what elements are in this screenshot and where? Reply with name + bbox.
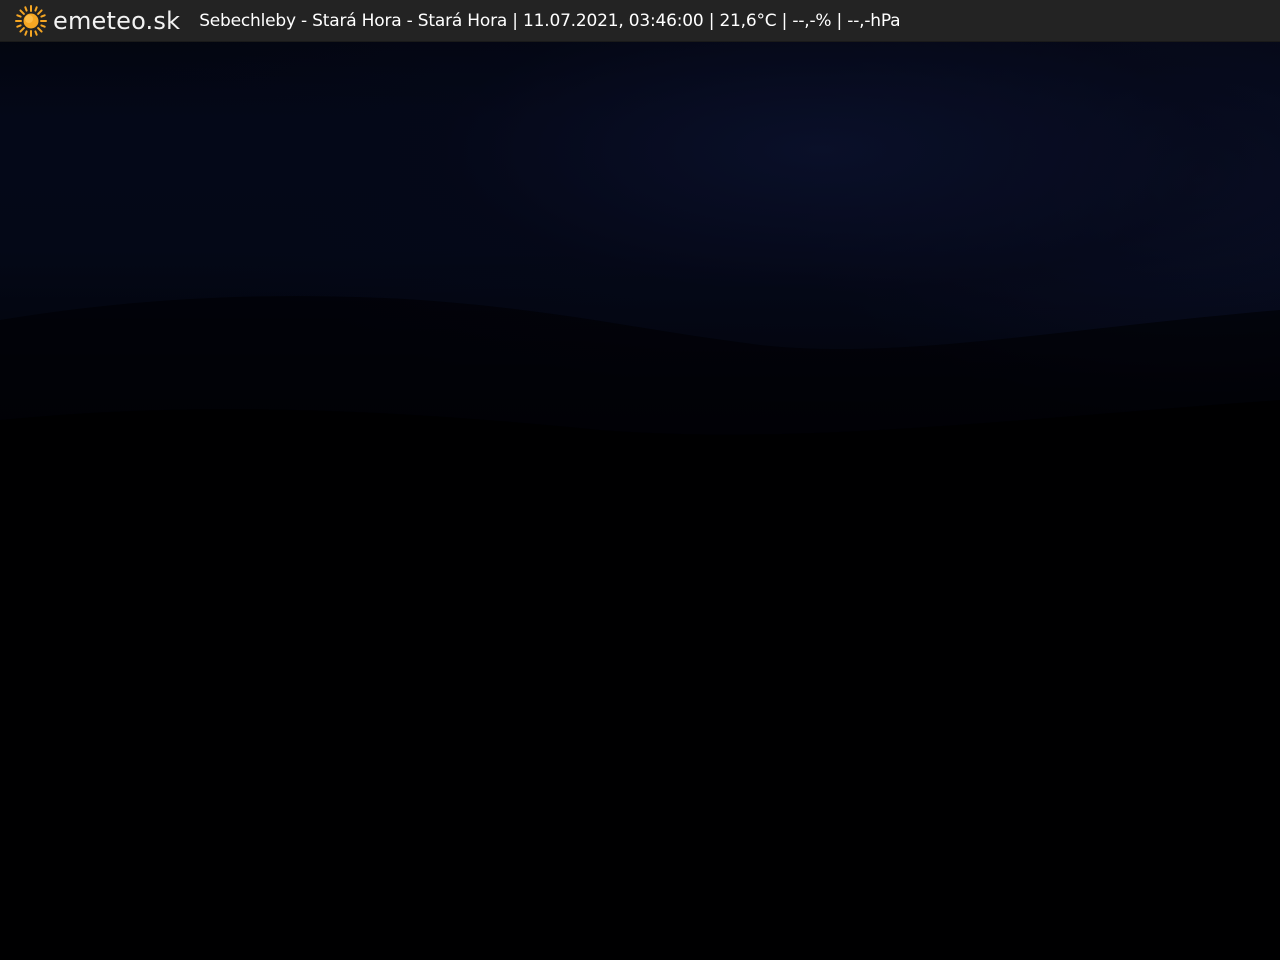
logo[interactable]: emeteo.sk (14, 0, 180, 42)
sun-icon (15, 4, 47, 37)
logo-text: emeteo.sk (53, 6, 181, 35)
webcam-info-text: Sebechleby - Stará Hora - Stará Hora | 1… (199, 10, 901, 31)
hill-silhouette (0, 296, 1280, 960)
webcam-viewer: emeteo.sk Sebechleby - Stará Hora - Star… (0, 0, 1280, 960)
header-bar: emeteo.sk Sebechleby - Stará Hora - Star… (0, 0, 1280, 42)
